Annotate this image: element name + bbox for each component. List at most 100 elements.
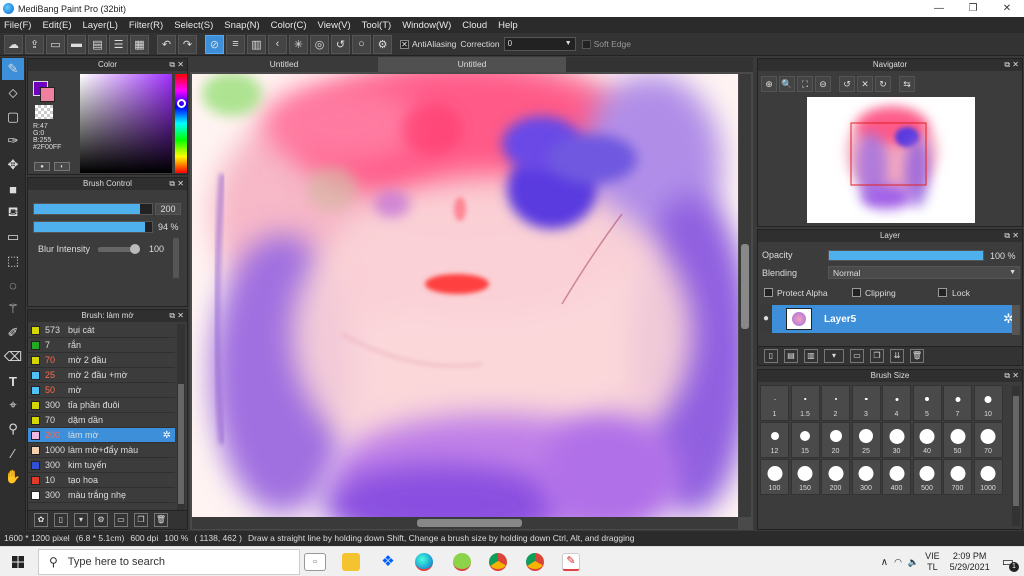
gradient-tool-icon[interactable]: ▭	[2, 226, 24, 248]
android-app-icon[interactable]	[453, 553, 471, 571]
minimize-button[interactable]: —	[922, 0, 956, 17]
brush-size-option[interactable]: 5	[912, 385, 942, 421]
menu-layer[interactable]: Layer(L)	[83, 20, 118, 31]
close-button[interactable]: ✕	[990, 0, 1024, 17]
brush-size-option[interactable]: 1000	[973, 459, 1003, 495]
panel-controls[interactable]: ⧉ ✕	[1004, 59, 1019, 71]
brush-size-option[interactable]: 1	[760, 385, 789, 421]
softedge-checkbox[interactable]	[581, 39, 591, 49]
text-tool-icon[interactable]: T	[2, 370, 24, 392]
brush-list-item[interactable]: 50 mờ	[28, 383, 175, 398]
brush-size-option[interactable]: 100	[760, 459, 789, 495]
wifi-icon[interactable]: ◠	[894, 557, 902, 568]
hue-slider-handle[interactable]	[177, 99, 186, 108]
menu-file[interactable]: File(F)	[4, 20, 31, 31]
tab-untitled-2[interactable]: Untitled	[378, 57, 566, 72]
move-tool-icon[interactable]: ✥	[2, 154, 24, 176]
brush-size-option[interactable]: 12	[760, 422, 789, 458]
menu-tool[interactable]: Tool(T)	[362, 20, 392, 31]
share-icon[interactable]: ⇪	[25, 34, 44, 54]
select-pen-tool-icon[interactable]: ✐	[2, 322, 24, 344]
brush-list-item[interactable]: 573 bụi cát	[28, 323, 175, 338]
drawing-canvas[interactable]	[192, 74, 738, 517]
brush-size-option[interactable]: 10	[973, 385, 1003, 421]
canvas-horizontal-scrollbar-thumb[interactable]	[417, 519, 522, 527]
tray-overflow-icon[interactable]: ∧	[881, 557, 888, 568]
brush-size-option[interactable]: 1.5	[790, 385, 820, 421]
menu-view[interactable]: View(V)	[318, 20, 351, 31]
snap-ellipse-icon[interactable]: ○	[352, 34, 371, 54]
brush-size-option[interactable]: 150	[790, 459, 820, 495]
volume-icon[interactable]: 🔈	[908, 557, 919, 568]
brush-list-scrollbar[interactable]	[177, 324, 185, 510]
protect-alpha-checkbox[interactable]	[764, 288, 773, 297]
lock-checkbox[interactable]	[938, 288, 947, 297]
panel-controls[interactable]: ⧉ ✕	[169, 178, 184, 190]
color-history-toggle[interactable]: ◐	[54, 162, 70, 171]
zoom-out-icon[interactable]: ⊖	[815, 76, 831, 92]
layer-visibility-icon[interactable]: ●	[760, 305, 772, 333]
notification-icon[interactable]: ▭ 1	[1002, 554, 1019, 572]
maximize-button[interactable]: ❐	[956, 0, 990, 17]
brush-tool-icon[interactable]: ✎	[2, 58, 24, 80]
menu-help[interactable]: Help	[498, 20, 518, 31]
layer-folder-icon[interactable]: ▭	[850, 349, 864, 363]
brush-size-scrollbar[interactable]	[1012, 386, 1020, 526]
rotate-right-icon[interactable]: ↻	[875, 76, 891, 92]
snap-circle-icon[interactable]: ◎	[310, 34, 329, 54]
layer-add-menu-icon[interactable]: ▾	[824, 349, 844, 363]
hue-slider[interactable]	[175, 74, 187, 173]
brush-size-option[interactable]: 30	[882, 422, 911, 458]
brush-size-scrollbar-thumb[interactable]	[1013, 396, 1019, 506]
saturation-value-picker[interactable]	[80, 74, 172, 173]
brush-list-item[interactable]: 300 tỉa phần đuôi	[28, 398, 175, 413]
snap-parallel-icon[interactable]: ≡	[226, 34, 245, 54]
hand-tool-icon[interactable]: ✋	[2, 466, 24, 488]
grid-icon[interactable]: ▦	[130, 34, 149, 54]
chat-icon[interactable]: ▬	[67, 34, 86, 54]
medibang-taskbar-icon[interactable]: ✎	[562, 553, 580, 571]
cloud-icon[interactable]: ☁	[4, 34, 23, 54]
comment-icon[interactable]: ▭	[46, 34, 65, 54]
eyedropper-tool-icon[interactable]: ⚲	[2, 418, 24, 440]
brush-list-scrollbar-thumb[interactable]	[178, 384, 184, 504]
duplicate-layer-icon[interactable]: ❐	[870, 349, 884, 363]
pen-tool-icon[interactable]: ✑	[2, 130, 24, 152]
dropbox-icon[interactable]: ❖	[379, 553, 397, 571]
actual-size-icon[interactable]: ✕	[857, 76, 873, 92]
chrome-profile-icon[interactable]	[526, 553, 544, 571]
brush-list-item[interactable]: 7 rắn	[28, 338, 175, 353]
layer-opacity-slider[interactable]	[828, 250, 984, 261]
brush-list-item[interactable]: 200 làm mờ ✲	[28, 428, 175, 443]
undo-icon[interactable]: ↶	[157, 34, 176, 54]
eraser-tool-icon[interactable]: ⬦	[2, 82, 24, 104]
magic-wand-tool-icon[interactable]: ⚚	[2, 298, 24, 320]
panel-controls[interactable]: ⧉ ✕	[1004, 230, 1019, 242]
brush-size-option[interactable]: 2	[821, 385, 850, 421]
antialias-checkbox[interactable]: ✕	[400, 39, 409, 49]
list-icon[interactable]: ☰	[109, 34, 128, 54]
input-language[interactable]: VIE TL	[925, 551, 940, 573]
brush-settings-icon[interactable]: ⚙	[94, 513, 108, 527]
edge-browser-icon[interactable]	[415, 553, 433, 571]
brush-size-option[interactable]: 15	[790, 422, 820, 458]
menu-window[interactable]: Window(W)	[402, 20, 451, 31]
panel-controls[interactable]: ⧉ ✕	[169, 310, 184, 322]
brush-control-scrollbar[interactable]	[173, 238, 179, 278]
brush-list-item[interactable]: 300 màu trắng nhẹ	[28, 488, 175, 503]
canvas-vertical-scrollbar-thumb[interactable]	[741, 244, 749, 329]
zoom-fit-icon[interactable]: ⊕	[761, 76, 777, 92]
taskbar-search-box[interactable]: ⚲ Type here to search	[38, 549, 300, 575]
canvas-vertical-scrollbar[interactable]	[739, 74, 751, 517]
amazon-app-icon[interactable]: ▭	[304, 553, 326, 571]
brush-size-option[interactable]: 50	[943, 422, 972, 458]
brush-settings-icon[interactable]: ✲	[163, 430, 171, 441]
snap-grid-icon[interactable]: ▥	[247, 34, 266, 54]
correction-select[interactable]: 0 ▼	[503, 37, 576, 51]
brush-size-option[interactable]: 200	[821, 459, 850, 495]
clock[interactable]: 2:09 PM 5/29/2021	[950, 551, 990, 573]
blur-intensity-handle[interactable]	[130, 244, 140, 254]
brush-delete-icon[interactable]: 🗑	[154, 513, 168, 527]
brush-size-option[interactable]: 20	[821, 422, 850, 458]
merge-layer-icon[interactable]: ⇊	[890, 349, 904, 363]
